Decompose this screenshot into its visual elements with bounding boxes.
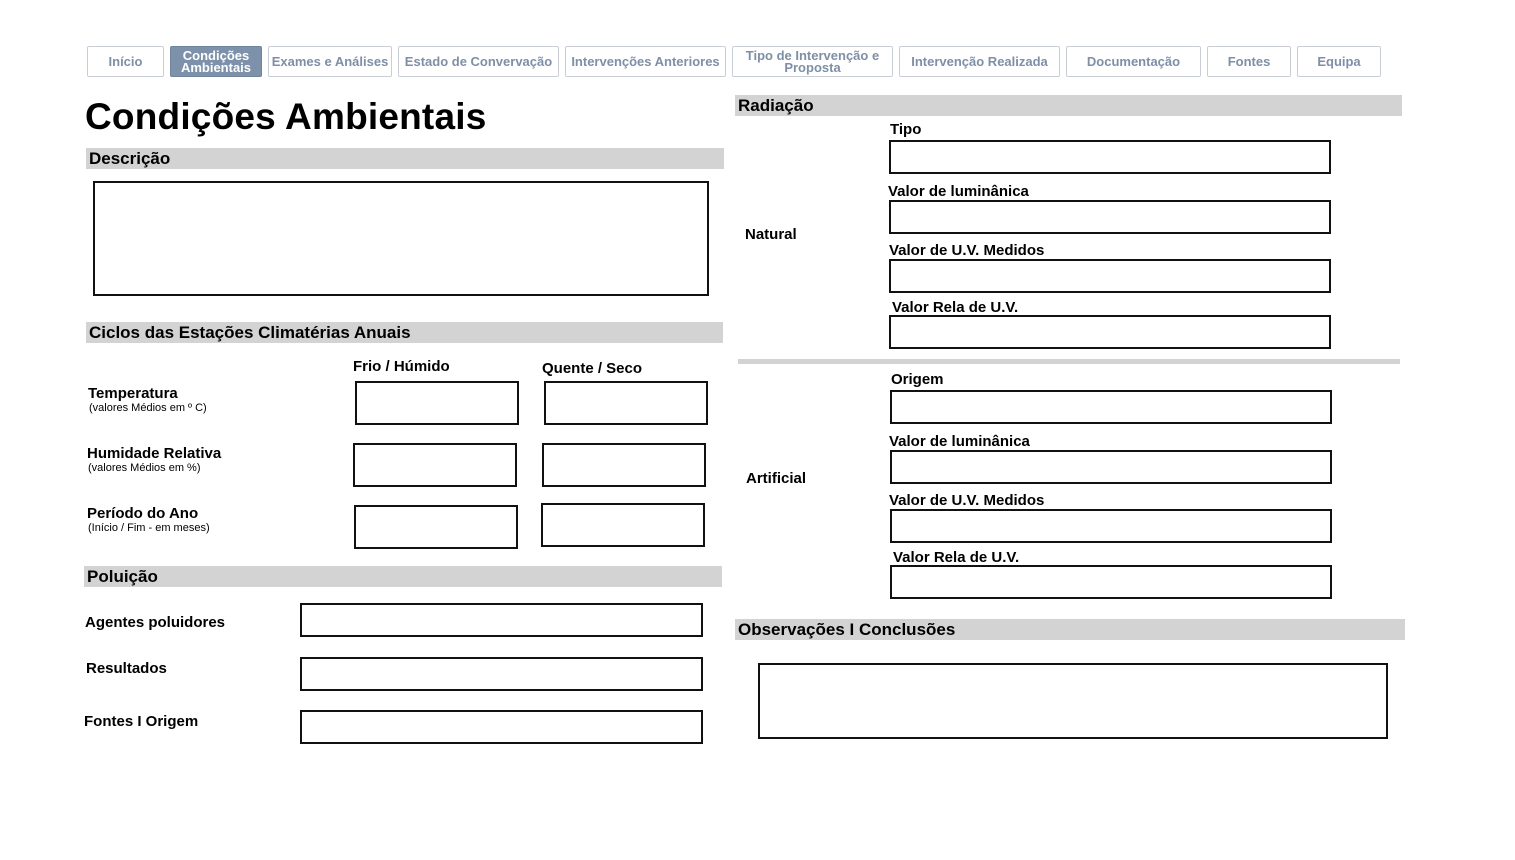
humidade-quente-input[interactable]	[542, 443, 706, 487]
humidade-sublabel: (valores Médios em %)	[88, 462, 201, 474]
natural-luminancia-label: Valor de luminânica	[888, 183, 1029, 200]
tab-intervencoes-anteriores[interactable]: Intervenções Anteriores	[565, 46, 726, 77]
radiacao-divider	[738, 359, 1400, 364]
temperatura-sublabel: (valores Médios em º C)	[89, 402, 207, 414]
periodo-quente-input[interactable]	[541, 503, 705, 547]
artificial-uv-real-input[interactable]	[890, 565, 1332, 599]
periodo-sublabel: (Início / Fim - em meses)	[88, 522, 210, 534]
artificial-origem-label: Origem	[891, 371, 944, 388]
tab-equipa[interactable]: Equipa	[1297, 46, 1381, 77]
temperatura-label: Temperatura	[88, 385, 178, 402]
ciclos-heading: Ciclos das Estações Climatérias Anuais	[86, 322, 723, 343]
agentes-poluidores-label: Agentes poluidores	[85, 614, 226, 631]
periodo-frio-input[interactable]	[354, 505, 518, 549]
resultados-label: Resultados	[86, 660, 167, 677]
fontes-origem-input[interactable]	[300, 710, 703, 744]
page-title: Condições Ambientais	[85, 96, 487, 137]
periodo-label: Período do Ano	[87, 505, 199, 522]
tab-exames-analises[interactable]: Exames e Análises	[268, 46, 392, 77]
tab-documentacao[interactable]: Documentação	[1066, 46, 1201, 77]
tab-fontes[interactable]: Fontes	[1207, 46, 1291, 77]
tab-tipo-intervencao[interactable]: Tipo de Intervenção e Proposta	[732, 46, 893, 77]
tab-inicio[interactable]: Início	[87, 46, 164, 77]
artificial-uv-medidos-input[interactable]	[890, 509, 1332, 543]
natural-uv-real-label: Valor Rela de U.V.	[892, 299, 1019, 316]
tab-estado-conservacao[interactable]: Estado de Convervação	[398, 46, 559, 77]
tab-bar: Início Condições Ambientais Exames e Aná…	[0, 0, 1515, 80]
temperatura-quente-input[interactable]	[544, 381, 708, 425]
observacoes-textarea[interactable]	[758, 663, 1388, 739]
tab-intervencao-realizada[interactable]: Intervenção Realizada	[899, 46, 1060, 77]
descricao-heading: Descrição	[86, 148, 724, 169]
natural-tipo-label: Tipo	[890, 121, 922, 138]
natural-label: Natural	[745, 226, 797, 243]
humidade-label: Humidade Relativa	[87, 445, 222, 462]
descricao-textarea[interactable]	[93, 181, 709, 296]
col-quente-seco: Quente / Seco	[542, 360, 643, 377]
agentes-poluidores-input[interactable]	[300, 603, 703, 637]
artificial-uv-medidos-label: Valor de U.V. Medidos	[889, 492, 1045, 509]
artificial-luminancia-input[interactable]	[890, 450, 1332, 484]
temperatura-frio-input[interactable]	[355, 381, 519, 425]
radiacao-heading: Radiação	[735, 95, 1402, 116]
artificial-origem-input[interactable]	[890, 390, 1332, 424]
natural-uv-medidos-input[interactable]	[889, 259, 1331, 293]
artificial-uv-real-label: Valor Rela de U.V.	[893, 549, 1020, 566]
fontes-origem-label: Fontes I Origem	[84, 713, 199, 730]
resultados-input[interactable]	[300, 657, 703, 691]
natural-tipo-input[interactable]	[889, 140, 1331, 174]
observacoes-heading: Observações I Conclusões	[735, 619, 1405, 640]
col-frio-humido: Frio / Húmido	[353, 358, 450, 375]
artificial-label: Artificial	[746, 470, 807, 487]
natural-uv-medidos-label: Valor de U.V. Medidos	[889, 242, 1045, 259]
natural-luminancia-input[interactable]	[889, 200, 1331, 234]
natural-uv-real-input[interactable]	[889, 315, 1331, 349]
poluicao-heading: Poluição	[84, 566, 722, 587]
humidade-frio-input[interactable]	[353, 443, 517, 487]
artificial-luminancia-label: Valor de luminânica	[889, 433, 1030, 450]
tab-condicoes-ambientais[interactable]: Condições Ambientais	[170, 46, 262, 77]
